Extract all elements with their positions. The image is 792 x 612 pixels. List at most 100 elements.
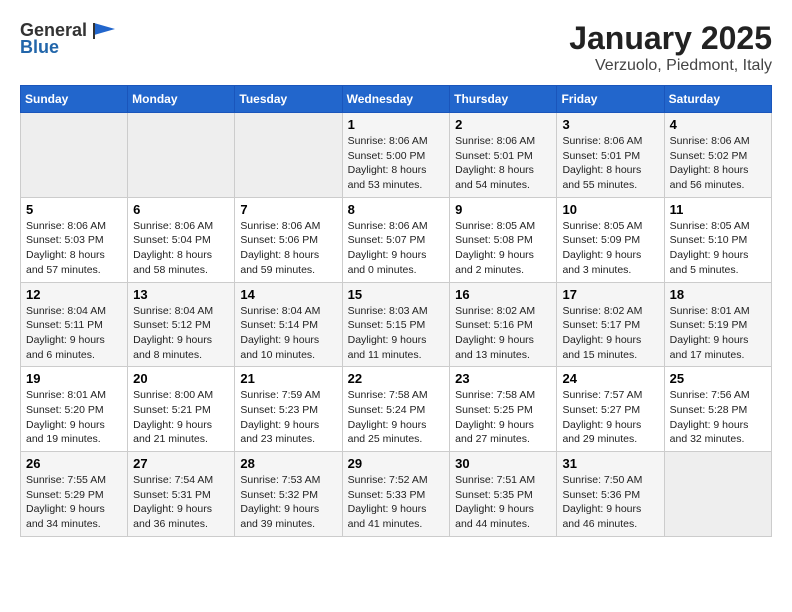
calendar-cell: 14Sunrise: 8:04 AMSunset: 5:14 PMDayligh… — [235, 282, 342, 367]
day-info: Daylight: 9 hours and 27 minutes. — [455, 418, 551, 447]
day-info: Daylight: 8 hours and 57 minutes. — [26, 248, 122, 277]
calendar-cell: 11 Sunrise: 8:05 AMSunset: 5:10 PMDayligh… — [664, 197, 771, 282]
day-info: Daylight: 8 hours and 56 minutes. — [670, 163, 766, 192]
day-number: 13 — [133, 287, 229, 302]
calendar-cell: 20Sunrise: 8:00 AMSunset: 5:21 PMDayligh… — [128, 367, 235, 452]
day-info: Daylight: 8 hours and 59 minutes. — [240, 248, 336, 277]
calendar-cell: 2Sunrise: 8:06 AMSunset: 5:01 PMDaylight… — [450, 113, 557, 198]
day-info: Sunrise: 8:05 AM — [562, 219, 658, 234]
calendar-cell: 27Sunrise: 7:54 AMSunset: 5:31 PMDayligh… — [128, 452, 235, 537]
day-number: 5 — [26, 202, 122, 217]
day-info: Daylight: 9 hours and 15 minutes. — [562, 333, 658, 362]
day-info: Daylight: 9 hours and 41 minutes. — [348, 502, 445, 531]
day-number: 30 — [455, 456, 551, 471]
day-info: Sunrise: 8:03 AM — [348, 304, 445, 319]
day-info: Sunset: 5:02 PM — [670, 149, 766, 164]
day-number: 10 — [562, 202, 658, 217]
day-number: 25 — [670, 371, 766, 386]
day-number: 27 — [133, 456, 229, 471]
day-number: 9 — [455, 202, 551, 217]
day-info: Daylight: 9 hours and 6 minutes. — [26, 333, 122, 362]
day-number: 26 — [26, 456, 122, 471]
day-number: 8 — [348, 202, 445, 217]
calendar-cell — [21, 113, 128, 198]
calendar-cell: 23Sunrise: 7:58 AMSunset: 5:25 PMDayligh… — [450, 367, 557, 452]
day-info: Sunrise: 7:56 AM — [670, 388, 766, 403]
day-info: Sunrise: 8:04 AM — [133, 304, 229, 319]
day-info: Daylight: 9 hours and 11 minutes. — [348, 333, 445, 362]
day-number: 17 — [562, 287, 658, 302]
calendar-cell: 30Sunrise: 7:51 AMSunset: 5:35 PMDayligh… — [450, 452, 557, 537]
day-info: Daylight: 8 hours and 58 minutes. — [133, 248, 229, 277]
calendar-cell: 18Sunrise: 8:01 AMSunset: 5:19 PMDayligh… — [664, 282, 771, 367]
day-info: Daylight: 8 hours and 53 minutes. — [348, 163, 445, 192]
day-number: 14 — [240, 287, 336, 302]
day-number: 4 — [670, 117, 766, 132]
day-info: Daylight: 9 hours and 36 minutes. — [133, 502, 229, 531]
day-info: Daylight: 9 hours and 0 minutes. — [348, 248, 445, 277]
day-info: Sunset: 5:09 PM — [562, 233, 658, 248]
day-header-wednesday: Wednesday — [342, 86, 450, 113]
day-info: Daylight: 9 hours and 3 minutes. — [562, 248, 658, 277]
calendar-cell: 7Sunrise: 8:06 AMSunset: 5:06 PMDaylight… — [235, 197, 342, 282]
day-number: 23 — [455, 371, 551, 386]
day-info: Sunset: 5:01 PM — [562, 149, 658, 164]
calendar-cell: 5Sunrise: 8:06 AMSunset: 5:03 PMDaylight… — [21, 197, 128, 282]
day-info: Sunrise: 7:58 AM — [348, 388, 445, 403]
day-info: Sunset: 5:31 PM — [133, 488, 229, 503]
day-number: 11 — [670, 202, 766, 217]
day-info: Daylight: 9 hours and 34 minutes. — [26, 502, 122, 531]
calendar-cell: 19Sunrise: 8:01 AMSunset: 5:20 PMDayligh… — [21, 367, 128, 452]
calendar-cell: 15Sunrise: 8:03 AMSunset: 5:15 PMDayligh… — [342, 282, 450, 367]
day-info: Sunrise: 8:06 AM — [348, 219, 445, 234]
day-info: Daylight: 9 hours and 21 minutes. — [133, 418, 229, 447]
calendar-cell: 8Sunrise: 8:06 AMSunset: 5:07 PMDaylight… — [342, 197, 450, 282]
day-info: Sunset: 5:12 PM — [133, 318, 229, 333]
day-info: Sunset: 5:20 PM — [26, 403, 122, 418]
day-number: 28 — [240, 456, 336, 471]
day-info: Sunset: 5:25 PM — [455, 403, 551, 418]
day-number: 20 — [133, 371, 229, 386]
day-number: 2 — [455, 117, 551, 132]
day-info: Daylight: 9 hours and 29 minutes. — [562, 418, 658, 447]
day-info: Sunset: 5:15 PM — [348, 318, 445, 333]
day-header-sunday: Sunday — [21, 86, 128, 113]
day-info: Sunset: 5:16 PM — [455, 318, 551, 333]
day-info: Sunrise: 7:51 AM — [455, 473, 551, 488]
day-info: Sunset: 5:29 PM — [26, 488, 122, 503]
day-number: 22 — [348, 371, 445, 386]
logo-flag-icon — [91, 21, 117, 41]
day-header-saturday: Saturday — [664, 86, 771, 113]
day-info: Sunset: 5:36 PM — [562, 488, 658, 503]
day-info: Daylight: 9 hours and 23 minutes. — [240, 418, 336, 447]
day-info: Sunrise: 8:06 AM — [348, 134, 445, 149]
day-info: Sunset: 5:06 PM — [240, 233, 336, 248]
day-info: Sunrise: 8:05 AM — [670, 219, 766, 234]
day-info: Sunrise: 8:01 AM — [670, 304, 766, 319]
calendar-cell: 1Sunrise: 8:06 AMSunset: 5:00 PMDaylight… — [342, 113, 450, 198]
day-info: Sunset: 5:03 PM — [26, 233, 122, 248]
week-row-5: 26Sunrise: 7:55 AMSunset: 5:29 PMDayligh… — [21, 452, 772, 537]
day-number: 31 — [562, 456, 658, 471]
day-info: Sunset: 5:01 PM — [455, 149, 551, 164]
day-info: Sunset: 5:19 PM — [670, 318, 766, 333]
title-block: January 2025 Verzuolo, Piedmont, Italy — [569, 20, 772, 75]
calendar-cell: 9Sunrise: 8:05 AMSunset: 5:08 PMDaylight… — [450, 197, 557, 282]
day-info: Daylight: 9 hours and 13 minutes. — [455, 333, 551, 362]
day-info: Daylight: 9 hours and 19 minutes. — [26, 418, 122, 447]
calendar-cell: 31Sunrise: 7:50 AMSunset: 5:36 PMDayligh… — [557, 452, 664, 537]
week-row-4: 19Sunrise: 8:01 AMSunset: 5:20 PMDayligh… — [21, 367, 772, 452]
day-number: 7 — [240, 202, 336, 217]
calendar-title: January 2025 — [569, 20, 772, 57]
day-info: Sunset: 5:08 PM — [455, 233, 551, 248]
day-info: Sunset: 5:27 PM — [562, 403, 658, 418]
day-number: 21 — [240, 371, 336, 386]
day-info: Sunset: 5:11 PM — [26, 318, 122, 333]
day-number: 6 — [133, 202, 229, 217]
day-info: Daylight: 9 hours and 5 minutes. — [670, 248, 766, 277]
day-info: Sunrise: 7:50 AM — [562, 473, 658, 488]
day-info: Daylight: 9 hours and 8 minutes. — [133, 333, 229, 362]
day-info: Sunset: 5:32 PM — [240, 488, 336, 503]
calendar-cell: 16Sunrise: 8:02 AMSunset: 5:16 PMDayligh… — [450, 282, 557, 367]
day-info: Sunset: 5:10 PM — [670, 233, 766, 248]
